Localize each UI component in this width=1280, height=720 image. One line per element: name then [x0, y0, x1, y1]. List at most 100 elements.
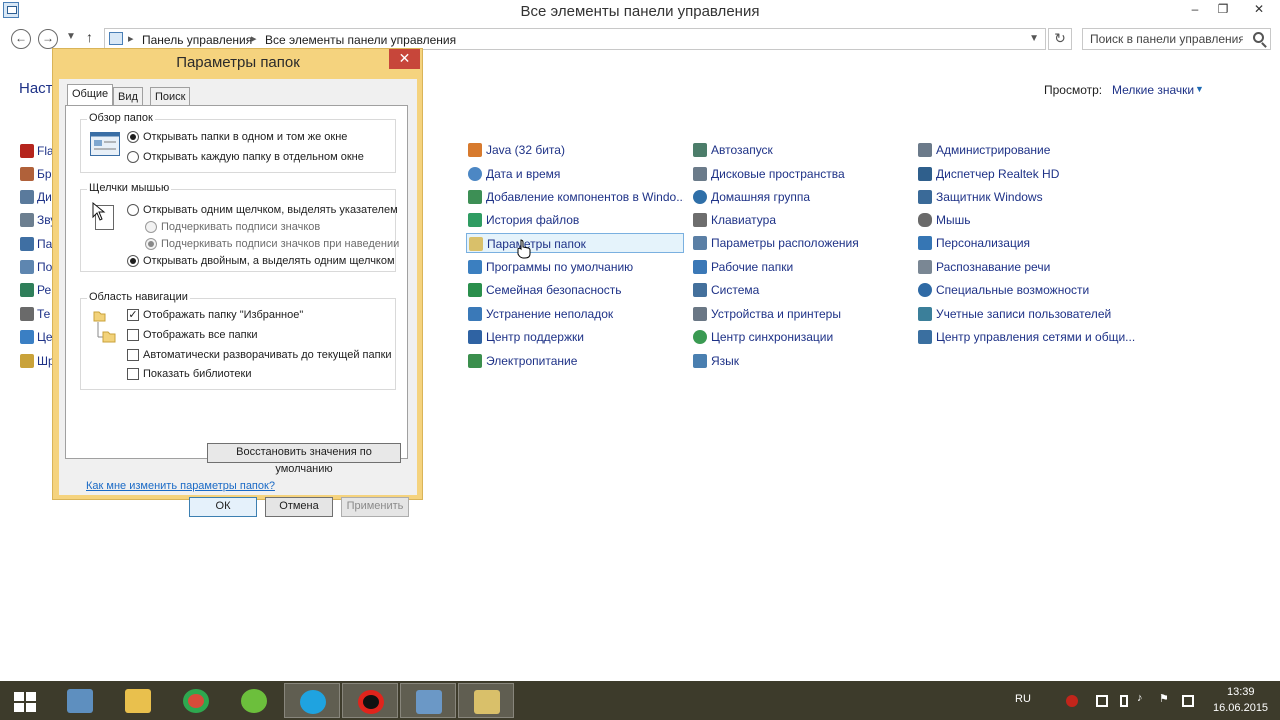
cp-item-action-center[interactable]: Центр поддержки	[466, 327, 684, 347]
apply-button[interactable]: Применить	[341, 497, 409, 517]
cp-item-network-sharing[interactable]: Центр управления сетями и общи...	[916, 327, 1146, 347]
checkbox-icon	[20, 237, 34, 251]
defender-icon	[918, 190, 932, 204]
single-click-radio[interactable]	[127, 204, 139, 216]
cp-item-user-accounts[interactable]: Учетные записи пользователей	[916, 304, 1146, 324]
taskbar-control-panel[interactable]	[400, 683, 456, 718]
flash-icon	[20, 144, 34, 158]
underline-icon-titles-radio[interactable]	[145, 221, 157, 233]
clock-date[interactable]: 16.06.2015	[1213, 702, 1268, 714]
cp-item-file-history[interactable]: История файлов	[466, 210, 684, 230]
cp-item-add-features[interactable]: Добавление компонентов в Windo...	[466, 187, 684, 207]
network-tray-icon[interactable]	[1182, 695, 1194, 707]
cp-item-java[interactable]: Java (32 бита)	[466, 140, 684, 160]
input-language[interactable]: RU	[1015, 693, 1031, 705]
breadcrumb-control-panel[interactable]: Панель управления	[142, 33, 252, 47]
cp-item-language[interactable]: Язык	[691, 351, 909, 371]
recording-tray-icon[interactable]	[1066, 695, 1078, 707]
cp-item-location-settings[interactable]: Параметры расположения	[691, 233, 909, 253]
back-button[interactable]: ←	[11, 29, 31, 49]
view-by-label: Просмотр:	[1044, 83, 1103, 97]
tab-search[interactable]: Поиск	[150, 87, 191, 107]
cp-item-speech-recognition[interactable]: Распознавание речи	[916, 257, 1146, 277]
taskbar-computer[interactable]	[52, 683, 108, 718]
troubleshooting-icon	[468, 307, 482, 321]
record-icon	[358, 690, 384, 714]
show-favorites-checkbox[interactable]: ✓	[127, 309, 139, 321]
minimize-button[interactable]: –	[1180, 0, 1210, 20]
show-all-folders-checkbox[interactable]	[127, 329, 139, 341]
battery-icon[interactable]	[1120, 695, 1128, 707]
cp-item-default-programs[interactable]: Программы по умолчанию	[466, 257, 684, 277]
windows-tray-icon[interactable]	[1096, 695, 1108, 707]
view-by-dropdown[interactable]: Мелкие значки	[1112, 83, 1194, 97]
cp-item-keyboard[interactable]: Клавиатура	[691, 210, 909, 230]
close-button[interactable]: ✕	[1238, 0, 1280, 20]
cancel-button[interactable]: Отмена	[265, 497, 333, 517]
clock-time[interactable]: 13:39	[1227, 686, 1255, 698]
search-input[interactable]	[1083, 29, 1243, 49]
address-bar[interactable]: ▸ Панель управления ▸ Все элементы панел…	[104, 28, 1046, 50]
cp-item-storage-spaces[interactable]: Дисковые пространства	[691, 164, 909, 184]
cp-item-personalization[interactable]: Персонализация	[916, 233, 1146, 253]
taskbar-folder-options[interactable]	[458, 683, 514, 718]
breadcrumb-separator-icon[interactable]: ▸	[128, 32, 134, 45]
ok-button[interactable]: ОК	[189, 497, 257, 517]
cp-item-sync-center[interactable]: Центр синхронизации	[691, 327, 909, 347]
open-new-window-radio[interactable]	[127, 151, 139, 163]
taskbar-explorer[interactable]	[110, 683, 166, 718]
search-box[interactable]	[1082, 28, 1271, 50]
cp-item-troubleshooting[interactable]: Устранение неполадок	[466, 304, 684, 324]
forward-button[interactable]: →	[38, 29, 58, 49]
cp-item-windows-defender[interactable]: Защитник Windows	[916, 187, 1146, 207]
help-link[interactable]: Как мне изменить параметры папок?	[86, 480, 275, 492]
dialog-body: Общие Вид Поиск Обзор папок Открывать па…	[59, 79, 417, 517]
cp-item-ease-of-access[interactable]: Специальные возможности	[916, 280, 1146, 300]
click-items-group: Щелчки мышью Открывать одним щелчком, вы…	[80, 182, 399, 272]
folder-options-dialog: Параметры папок ✕ Общие Вид Поиск Обзор …	[52, 48, 423, 517]
search-icon[interactable]	[1253, 32, 1264, 43]
underline-on-hover-radio[interactable]	[145, 238, 157, 250]
speaker-tray-icon[interactable]: ♪	[1137, 692, 1143, 704]
cp-item-power-options[interactable]: Электропитание	[466, 351, 684, 371]
cp-item-folder-options[interactable]: Параметры папок	[466, 233, 684, 253]
cp-item-work-folders[interactable]: Рабочие папки	[691, 257, 909, 277]
cp-item-mouse[interactable]: Мышь	[916, 210, 1146, 230]
cp-item-administrative-tools[interactable]: Администрирование	[916, 140, 1146, 160]
flag-tray-icon[interactable]: ⚑	[1159, 692, 1169, 705]
cp-item-date-time[interactable]: Дата и время	[466, 164, 684, 184]
maximize-button[interactable]: ❐	[1208, 0, 1238, 20]
refresh-button[interactable]: ↻	[1048, 28, 1072, 50]
folder-options-icon	[469, 237, 483, 251]
breadcrumb-all-items[interactable]: Все элементы панели управления	[265, 33, 456, 47]
cp-item-homegroup[interactable]: Домашняя группа	[691, 187, 909, 207]
cp-item-family-safety[interactable]: Семейная безопасность	[466, 280, 684, 300]
dropdown-arrow-icon[interactable]: ▼	[1195, 84, 1204, 94]
taskbar-chrome[interactable]	[168, 683, 224, 718]
restore-defaults-button[interactable]: Восстановить значения по умолчанию	[207, 443, 401, 475]
taskbar-recorder[interactable]	[342, 683, 398, 718]
work-folders-icon	[693, 260, 707, 274]
control-panel-icon	[109, 32, 123, 45]
dialog-close-button[interactable]: ✕	[389, 49, 420, 69]
auto-expand-checkbox[interactable]	[127, 349, 139, 361]
cp-item-system[interactable]: Система	[691, 280, 909, 300]
address-dropdown-icon[interactable]: ▼	[1029, 33, 1039, 44]
windows-logo-icon	[14, 692, 36, 712]
cp-item-realtek-hd[interactable]: Диспетчер Realtek HD	[916, 164, 1146, 184]
navigation-pane-legend: Область навигации	[87, 291, 190, 303]
taskbar-utorrent[interactable]	[226, 683, 282, 718]
double-click-radio[interactable]	[127, 255, 139, 267]
show-libraries-checkbox[interactable]	[127, 368, 139, 380]
keyboard-icon	[693, 213, 707, 227]
open-same-window-radio[interactable]	[127, 131, 139, 143]
start-button[interactable]	[0, 683, 52, 718]
cp-item-devices-printers[interactable]: Устройства и принтеры	[691, 304, 909, 324]
tab-view[interactable]: Вид	[113, 87, 143, 107]
cp-item-autoplay[interactable]: Автозапуск	[691, 140, 909, 160]
taskbar-skype[interactable]	[284, 683, 340, 718]
up-button[interactable]: ↑	[86, 29, 93, 45]
recent-locations-chevron-icon[interactable]: ▼	[66, 31, 76, 42]
breadcrumb-separator-icon[interactable]: ▸	[251, 32, 257, 45]
tab-general[interactable]: Общие	[67, 84, 114, 106]
